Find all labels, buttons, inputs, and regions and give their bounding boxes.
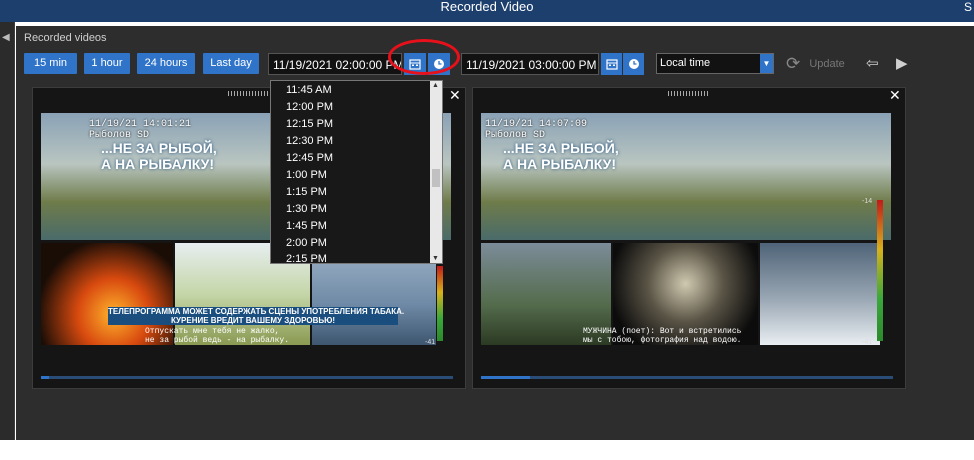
left-collapse-strip[interactable]: ◀ xyxy=(0,22,15,440)
update-button[interactable]: ⟳ Update xyxy=(786,53,845,75)
health-warning: ТЕЛЕПРОГРАММА МОЖЕТ СОДЕРЖАТЬ СЦЕНЫ УПОТ… xyxy=(108,307,405,325)
panel-label: Recorded videos xyxy=(24,32,107,44)
range-1hour-button[interactable]: 1 hour xyxy=(84,53,130,74)
video-timestamp: 11/19/21 14:01:21 xyxy=(89,119,192,130)
audio-level-meter xyxy=(437,266,443,341)
timezone-value: Local time xyxy=(660,57,711,69)
timeline-track[interactable] xyxy=(41,376,453,379)
time-option[interactable]: 2:00 PM xyxy=(286,237,327,249)
dropdown-scrollbar[interactable]: ▲ ▼ xyxy=(430,81,442,263)
time-option[interactable]: 12:15 PM xyxy=(286,118,333,130)
end-calendar-icon[interactable] xyxy=(601,53,622,75)
close-icon[interactable]: ✕ xyxy=(889,87,901,104)
timeline-progress xyxy=(41,376,49,379)
start-datetime-field[interactable]: 11/19/2021 02:00:00 PM xyxy=(268,53,402,75)
time-option[interactable]: 1:45 PM xyxy=(286,220,327,232)
window-titlebar: Recorded Video S xyxy=(0,0,974,22)
update-label: Update xyxy=(809,58,845,70)
scrollbar-thumb[interactable] xyxy=(432,169,440,187)
end-datetime-field[interactable]: 11/19/2021 03:00:00 PM xyxy=(461,53,599,75)
time-option[interactable]: 12:00 PM xyxy=(286,101,333,113)
meter-bottom-label: -41 xyxy=(862,339,873,346)
titlebar-corner-text: S xyxy=(963,0,972,14)
slogan-line-2: А НА РЫБАЛКУ! xyxy=(101,156,215,172)
video-timestamp: 11/19/21 14:07:09 xyxy=(485,119,588,130)
subtitle-caption: МУЖЧИНА (поет): Вот и встретились мы с т… xyxy=(583,327,742,345)
close-icon[interactable]: ✕ xyxy=(449,87,461,104)
timezone-select[interactable]: Local time ▼ xyxy=(656,53,774,74)
time-option[interactable]: 1:15 PM xyxy=(286,186,327,198)
slogan-line-2: А НА РЫБАЛКУ! xyxy=(503,156,617,172)
time-dropdown[interactable]: 11:45 AM 12:00 PM 12:15 PM 12:30 PM 12:4… xyxy=(270,80,443,264)
drag-handle-icon[interactable] xyxy=(668,91,708,96)
highlight-circle xyxy=(388,39,460,75)
audio-level-meter xyxy=(877,200,883,341)
window-title: Recorded Video xyxy=(440,0,534,14)
range-24hours-button[interactable]: 24 hours xyxy=(137,53,195,74)
meter-top-label: -14 xyxy=(862,198,873,205)
time-option[interactable]: 1:30 PM xyxy=(286,203,327,215)
time-option[interactable]: 11:45 AM xyxy=(286,84,332,96)
video-tile-2[interactable]: ✕ 11/19/21 14:07:09 Рыболов SD ...НЕ ЗА … xyxy=(472,87,906,389)
play-icon[interactable]: ▶ xyxy=(896,53,908,75)
timeline-track[interactable] xyxy=(481,376,893,379)
slogan-line-1: ...НЕ ЗА РЫБОЙ, xyxy=(101,140,217,156)
slogan-line-1: ...НЕ ЗА РЫБОЙ, xyxy=(503,140,619,156)
time-option[interactable]: 12:30 PM xyxy=(286,135,333,147)
scroll-down-icon[interactable]: ▼ xyxy=(432,255,439,262)
refresh-icon: ⟳ xyxy=(786,54,801,74)
end-clock-icon[interactable] xyxy=(623,53,644,75)
drag-handle-icon[interactable] xyxy=(228,91,268,96)
export-icon[interactable]: ⇦ xyxy=(866,53,879,75)
scroll-up-icon[interactable]: ▲ xyxy=(432,82,439,89)
time-option[interactable]: 1:00 PM xyxy=(286,169,327,181)
range-lastday-button[interactable]: Last day xyxy=(203,53,259,74)
time-option[interactable]: 2:15 PM xyxy=(286,253,327,263)
timeline-progress xyxy=(481,376,530,379)
time-option[interactable]: 12:45 PM xyxy=(286,152,333,164)
subtitle-caption: Отпускать мне тебя не жалко, не за рыбой… xyxy=(145,327,290,345)
collage-image-swans xyxy=(760,243,880,345)
chevron-down-icon[interactable]: ▼ xyxy=(760,54,773,73)
meter-bottom-label: -41 xyxy=(425,339,436,346)
collapse-arrow-icon[interactable]: ◀ xyxy=(2,32,10,43)
range-15min-button[interactable]: 15 min xyxy=(24,53,77,74)
